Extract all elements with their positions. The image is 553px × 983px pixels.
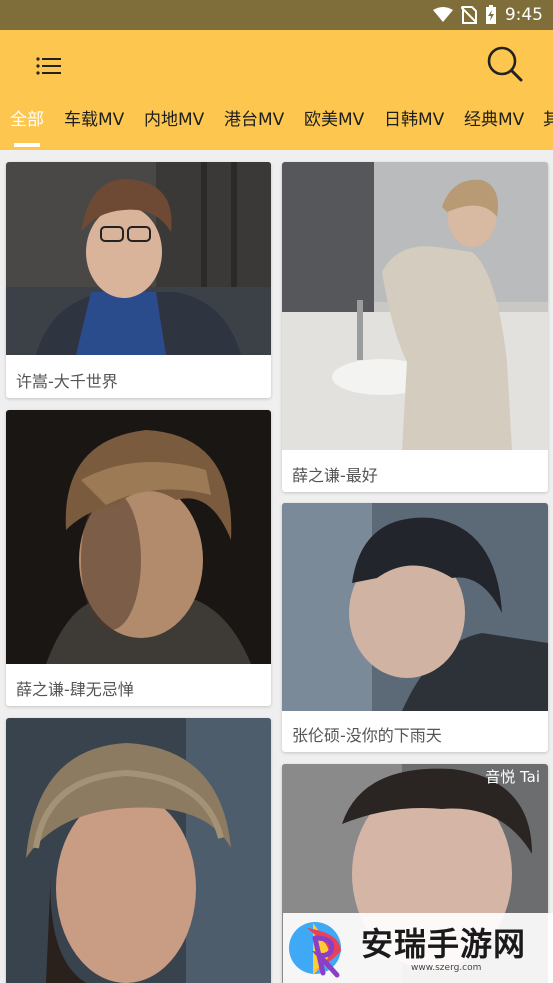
wifi-icon <box>432 7 453 22</box>
video-card[interactable] <box>6 718 271 983</box>
tab-jp-kr-mv[interactable]: 日韩MV <box>384 105 444 130</box>
tab-western-mv[interactable]: 欧美MV <box>304 105 364 130</box>
hamburger-menu-icon <box>36 57 61 75</box>
video-card[interactable]: 张伦硕-没你的下雨天 <box>282 503 548 752</box>
video-card[interactable]: 薛之谦-最好 <box>282 162 548 492</box>
tab-all[interactable]: 全部 <box>10 105 44 130</box>
video-title: 张伦硕-没你的下雨天 <box>292 726 442 745</box>
status-bar: 9:45 <box>0 0 553 30</box>
video-title: 薛之谦-肆无忌惮 <box>16 680 134 699</box>
status-time: 9:45 <box>504 5 543 25</box>
tab-classic-mv[interactable]: 经典MV <box>464 105 524 130</box>
category-tabs: 全部 车载MV 内地MV 港台MV 欧美MV 日韩MV 经典MV 其 <box>0 100 553 150</box>
video-thumbnail <box>6 410 271 664</box>
active-tab-indicator <box>14 143 40 147</box>
video-thumbnail <box>282 503 548 711</box>
tab-hk-tw-mv[interactable]: 港台MV <box>224 105 284 130</box>
no-sim-icon <box>460 6 477 24</box>
search-icon <box>487 46 523 82</box>
search-button[interactable] <box>485 44 525 84</box>
app-bar: 全部 车载MV 内地MV 港台MV 欧美MV 日韩MV 经典MV 其 <box>0 30 553 150</box>
battery-charging-icon <box>485 5 496 24</box>
tab-car-mv[interactable]: 车载MV <box>64 105 124 130</box>
video-card[interactable]: 许嵩-大千世界 <box>6 162 271 398</box>
video-thumbnail <box>6 162 271 355</box>
video-card[interactable]: 薛之谦-肆无忌惮 <box>6 410 271 706</box>
video-title: 许嵩-大千世界 <box>16 372 118 391</box>
watermark-overlay: 安瑞手游网 www.szerg.com <box>283 913 553 983</box>
video-thumbnail <box>6 718 271 983</box>
menu-button[interactable] <box>30 50 66 82</box>
watermark-url: www.szerg.com <box>411 963 482 973</box>
site-logo-icon <box>289 922 341 978</box>
video-overlay-label: 音悦 Tai <box>485 768 540 786</box>
tab-other[interactable]: 其 <box>543 105 553 130</box>
watermark-text: 安瑞手游网 <box>361 925 527 963</box>
tab-mainland-mv[interactable]: 内地MV <box>144 105 204 130</box>
video-thumbnail <box>282 162 548 450</box>
video-title: 薛之谦-最好 <box>292 466 378 485</box>
